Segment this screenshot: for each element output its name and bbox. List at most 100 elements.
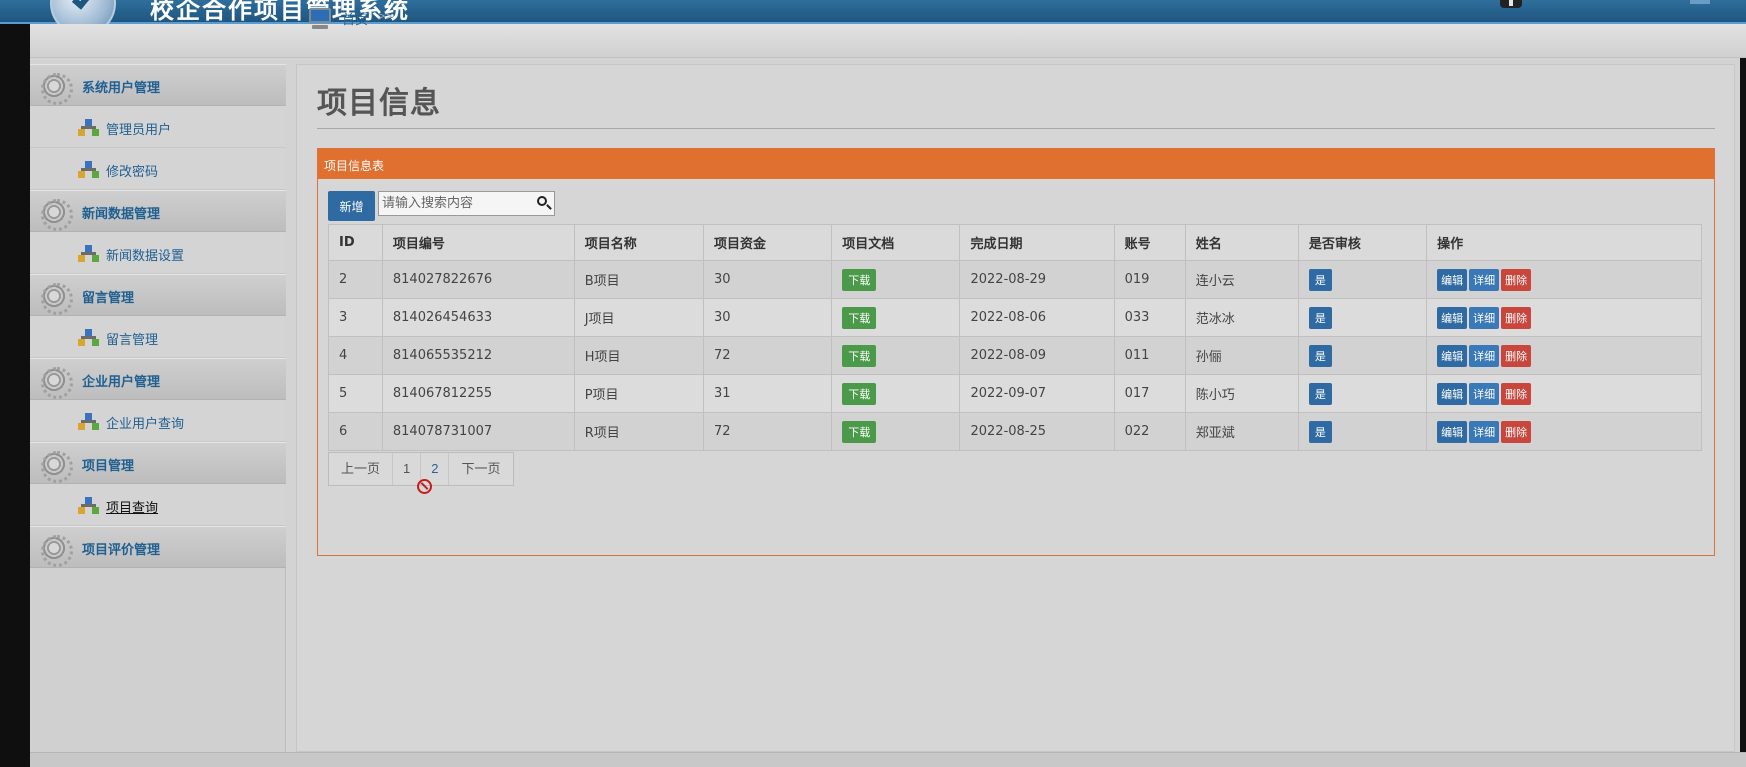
sidebar-group-label: 企业用户管理 bbox=[82, 374, 161, 389]
cell-account: 011 bbox=[1113, 336, 1186, 375]
edit-button[interactable]: 编辑 bbox=[1437, 306, 1468, 329]
divider bbox=[317, 128, 1715, 129]
sidebar-item-change-password[interactable]: 修改密码 bbox=[30, 148, 286, 190]
sidebar-item-admin-users[interactable]: 管理员用户 bbox=[30, 106, 286, 148]
cell-doc: 下载 bbox=[831, 412, 961, 451]
cell-doc: 下载 bbox=[831, 260, 961, 299]
detail-button[interactable]: 详细 bbox=[1469, 268, 1500, 291]
cell-audited: 是 bbox=[1297, 336, 1428, 375]
search-icon[interactable] bbox=[536, 195, 552, 211]
prev-page-button[interactable]: 上一页 bbox=[329, 453, 394, 485]
search-input[interactable] bbox=[382, 193, 530, 214]
audited-badge[interactable]: 是 bbox=[1308, 382, 1332, 405]
cell-date: 2022-08-09 bbox=[959, 336, 1115, 375]
column-header-doc: 项目文档 bbox=[831, 224, 961, 261]
page-title: 项目信息 bbox=[317, 87, 441, 120]
breadcrumb bbox=[30, 24, 1746, 58]
gear-icon bbox=[41, 283, 73, 315]
org-chart-icon bbox=[78, 329, 100, 347]
breadcrumb-home-link[interactable]: 首页 bbox=[342, 9, 368, 28]
audited-badge[interactable]: 是 bbox=[1308, 268, 1332, 291]
sidebar-item-project-query[interactable]: 项目查询 bbox=[30, 484, 286, 526]
sidebar-group-label: 留言管理 bbox=[82, 290, 135, 305]
cell-fund: 72 bbox=[703, 412, 833, 451]
cell-doc: 下载 bbox=[831, 298, 961, 337]
cell-name: B项目 bbox=[573, 260, 705, 299]
cell-actions: 编辑 详细 删除 bbox=[1426, 412, 1702, 451]
org-chart-icon bbox=[78, 497, 100, 515]
detail-button[interactable]: 详细 bbox=[1469, 382, 1500, 405]
gear-icon bbox=[41, 367, 73, 399]
cell-fund: 30 bbox=[703, 298, 833, 337]
cell-actions: 编辑 详细 删除 bbox=[1426, 298, 1702, 337]
cell-account: 022 bbox=[1113, 412, 1186, 451]
next-page-button[interactable]: 下一页 bbox=[449, 453, 512, 485]
cell-name: P项目 bbox=[573, 374, 705, 413]
cell-person: 陈小巧 bbox=[1184, 374, 1299, 413]
download-button[interactable]: 下载 bbox=[842, 420, 877, 443]
sidebar-group-label: 系统用户管理 bbox=[82, 80, 161, 95]
edit-button[interactable]: 编辑 bbox=[1437, 420, 1468, 443]
sidebar-item-news-settings[interactable]: 新闻数据设置 bbox=[30, 232, 286, 274]
org-chart-icon bbox=[78, 119, 100, 137]
cell-doc: 下载 bbox=[831, 374, 961, 413]
sidebar-item-messages[interactable]: 留言管理 bbox=[30, 316, 286, 358]
cell-account: 017 bbox=[1113, 374, 1186, 413]
cell-code: 814067812255 bbox=[381, 374, 575, 413]
delete-button[interactable]: 删除 bbox=[1501, 306, 1532, 329]
detail-button[interactable]: 详细 bbox=[1469, 306, 1500, 329]
app-title: 校企合作项目管理系统 bbox=[150, 0, 410, 24]
edit-button[interactable]: 编辑 bbox=[1437, 268, 1468, 291]
sidebar-group-enterprise-users[interactable]: 企业用户管理 bbox=[30, 358, 286, 400]
cell-person: 郑亚斌 bbox=[1184, 412, 1299, 451]
cell-actions: 编辑 详细 删除 bbox=[1426, 336, 1702, 375]
table-header-row: ID 项目编号 项目名称 项目资金 项目文档 完成日期 账号 姓名 是否审核 操… bbox=[328, 224, 1702, 261]
column-header-person: 姓名 bbox=[1184, 224, 1299, 261]
org-chart-icon bbox=[78, 161, 100, 179]
table-row: 5 814067812255 P项目 31 下载 2022-09-07 017 … bbox=[328, 374, 1702, 413]
download-button[interactable]: 下载 bbox=[842, 306, 877, 329]
table-row: 6 814078731007 R项目 72 下载 2022-08-25 022 … bbox=[328, 412, 1702, 451]
edit-button[interactable]: 编辑 bbox=[1437, 382, 1468, 405]
table-panel: 项目信息表 新增 ID 项目编号 项目名称 项目资金 项目文档 完成日期 账号 bbox=[317, 148, 1715, 556]
download-button[interactable]: 下载 bbox=[842, 344, 877, 367]
download-button[interactable]: 下载 bbox=[842, 268, 877, 291]
sidebar-group-messages[interactable]: 留言管理 bbox=[30, 274, 286, 316]
sidebar-group-label: 新闻数据管理 bbox=[82, 206, 161, 221]
cell-id: 2 bbox=[328, 260, 383, 299]
audited-badge[interactable]: 是 bbox=[1308, 420, 1332, 443]
audited-badge[interactable]: 是 bbox=[1308, 344, 1332, 367]
column-header-name: 项目名称 bbox=[573, 224, 705, 261]
cell-actions: 编辑 详细 删除 bbox=[1426, 374, 1702, 413]
column-header-fund: 项目资金 bbox=[703, 224, 833, 261]
sidebar-group-news-data[interactable]: 新闻数据管理 bbox=[30, 190, 286, 232]
sidebar-group-projects[interactable]: 项目管理 bbox=[30, 442, 286, 484]
delete-button[interactable]: 删除 bbox=[1501, 344, 1532, 367]
cell-id: 3 bbox=[328, 298, 383, 337]
sidebar-group-system-users[interactable]: 系统用户管理 bbox=[30, 64, 286, 106]
cell-doc: 下载 bbox=[831, 336, 961, 375]
delete-button[interactable]: 删除 bbox=[1501, 420, 1532, 443]
cell-name: J项目 bbox=[573, 298, 705, 337]
page-1-button[interactable]: 1 bbox=[393, 453, 422, 485]
edit-button[interactable]: 编辑 bbox=[1437, 344, 1468, 367]
breadcrumb-separator: >> bbox=[378, 9, 393, 23]
download-button[interactable]: 下载 bbox=[842, 382, 877, 405]
cell-account: 033 bbox=[1113, 298, 1186, 337]
detail-button[interactable]: 详细 bbox=[1469, 420, 1500, 443]
header-right-icon[interactable] bbox=[1690, 0, 1710, 4]
sidebar-item-enterprise-query[interactable]: 企业用户查询 bbox=[30, 400, 286, 442]
detail-button[interactable]: 详细 bbox=[1469, 344, 1500, 367]
add-button[interactable]: 新增 bbox=[328, 191, 375, 221]
cell-person: 范冰冰 bbox=[1184, 298, 1299, 337]
not-allowed-cursor-icon bbox=[417, 479, 432, 494]
audited-badge[interactable]: 是 bbox=[1308, 306, 1332, 329]
cell-audited: 是 bbox=[1297, 260, 1428, 299]
delete-button[interactable]: 删除 bbox=[1501, 268, 1532, 291]
column-header-id: ID bbox=[328, 224, 383, 261]
delete-button[interactable]: 删除 bbox=[1501, 382, 1532, 405]
cell-fund: 31 bbox=[703, 374, 833, 413]
cell-code: 814027822676 bbox=[381, 260, 575, 299]
sidebar-group-project-evaluation[interactable]: 项目评价管理 bbox=[30, 526, 286, 568]
user-icon[interactable] bbox=[1500, 0, 1522, 8]
